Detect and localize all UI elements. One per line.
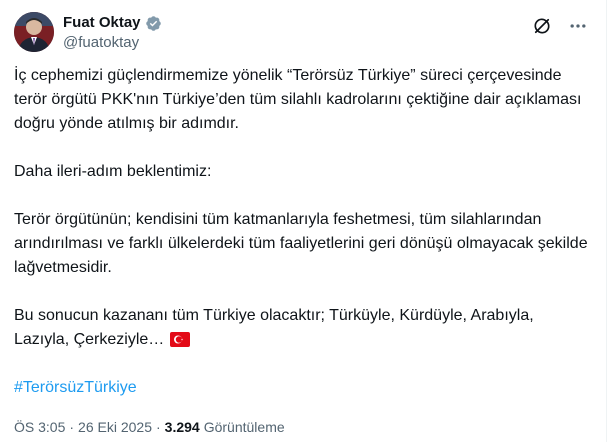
display-name[interactable]: Fuat Oktay xyxy=(63,14,141,32)
tweet-text: İç cephemizi güçlendirmemize yönelik “Te… xyxy=(14,64,592,400)
verified-badge-icon xyxy=(145,15,162,32)
more-icon[interactable] xyxy=(566,14,590,38)
tweet-paragraph-4: Bu sonucun kazananı tüm Türkiye olacaktı… xyxy=(14,307,534,348)
handle[interactable]: @fuatoktay xyxy=(63,34,139,52)
meta-separator-2: · xyxy=(156,419,161,435)
hashtag-link[interactable]: #TerörsüzTürkiye xyxy=(14,379,137,396)
tweet-paragraph-2: Daha ileri-adım beklentimiz: xyxy=(14,163,212,180)
name-row: Fuat Oktay xyxy=(63,14,162,32)
tweet-meta: ÖS 3:05 · 26 Eki 2025 · 3.294 Görüntülem… xyxy=(14,418,285,436)
tweet-date[interactable]: 26 Eki 2025 xyxy=(78,418,152,436)
tweet-paragraph-3: Terör örgütünün; kendisini tüm katmanlar… xyxy=(14,211,588,276)
views-label: Görüntüleme xyxy=(203,419,285,435)
tweet: Fuat Oktay @fuatoktay İç cephemizi güçle… xyxy=(0,0,607,442)
turkey-flag-icon xyxy=(170,331,191,347)
tweet-paragraph-4-wrap: Bu sonucun kazananı tüm Türkiye olacaktı… xyxy=(14,304,592,352)
grok-icon[interactable] xyxy=(530,14,554,38)
hashtag-wrap: #TerörsüzTürkiye xyxy=(14,376,592,400)
meta-separator: · xyxy=(69,419,75,435)
avatar[interactable] xyxy=(14,12,54,52)
tweet-time[interactable]: ÖS 3:05 xyxy=(14,418,65,436)
top-actions xyxy=(530,14,590,38)
views-count[interactable]: 3.294 xyxy=(165,418,200,436)
tweet-paragraph-1: İç cephemizi güçlendirmemize yönelik “Te… xyxy=(14,67,582,132)
